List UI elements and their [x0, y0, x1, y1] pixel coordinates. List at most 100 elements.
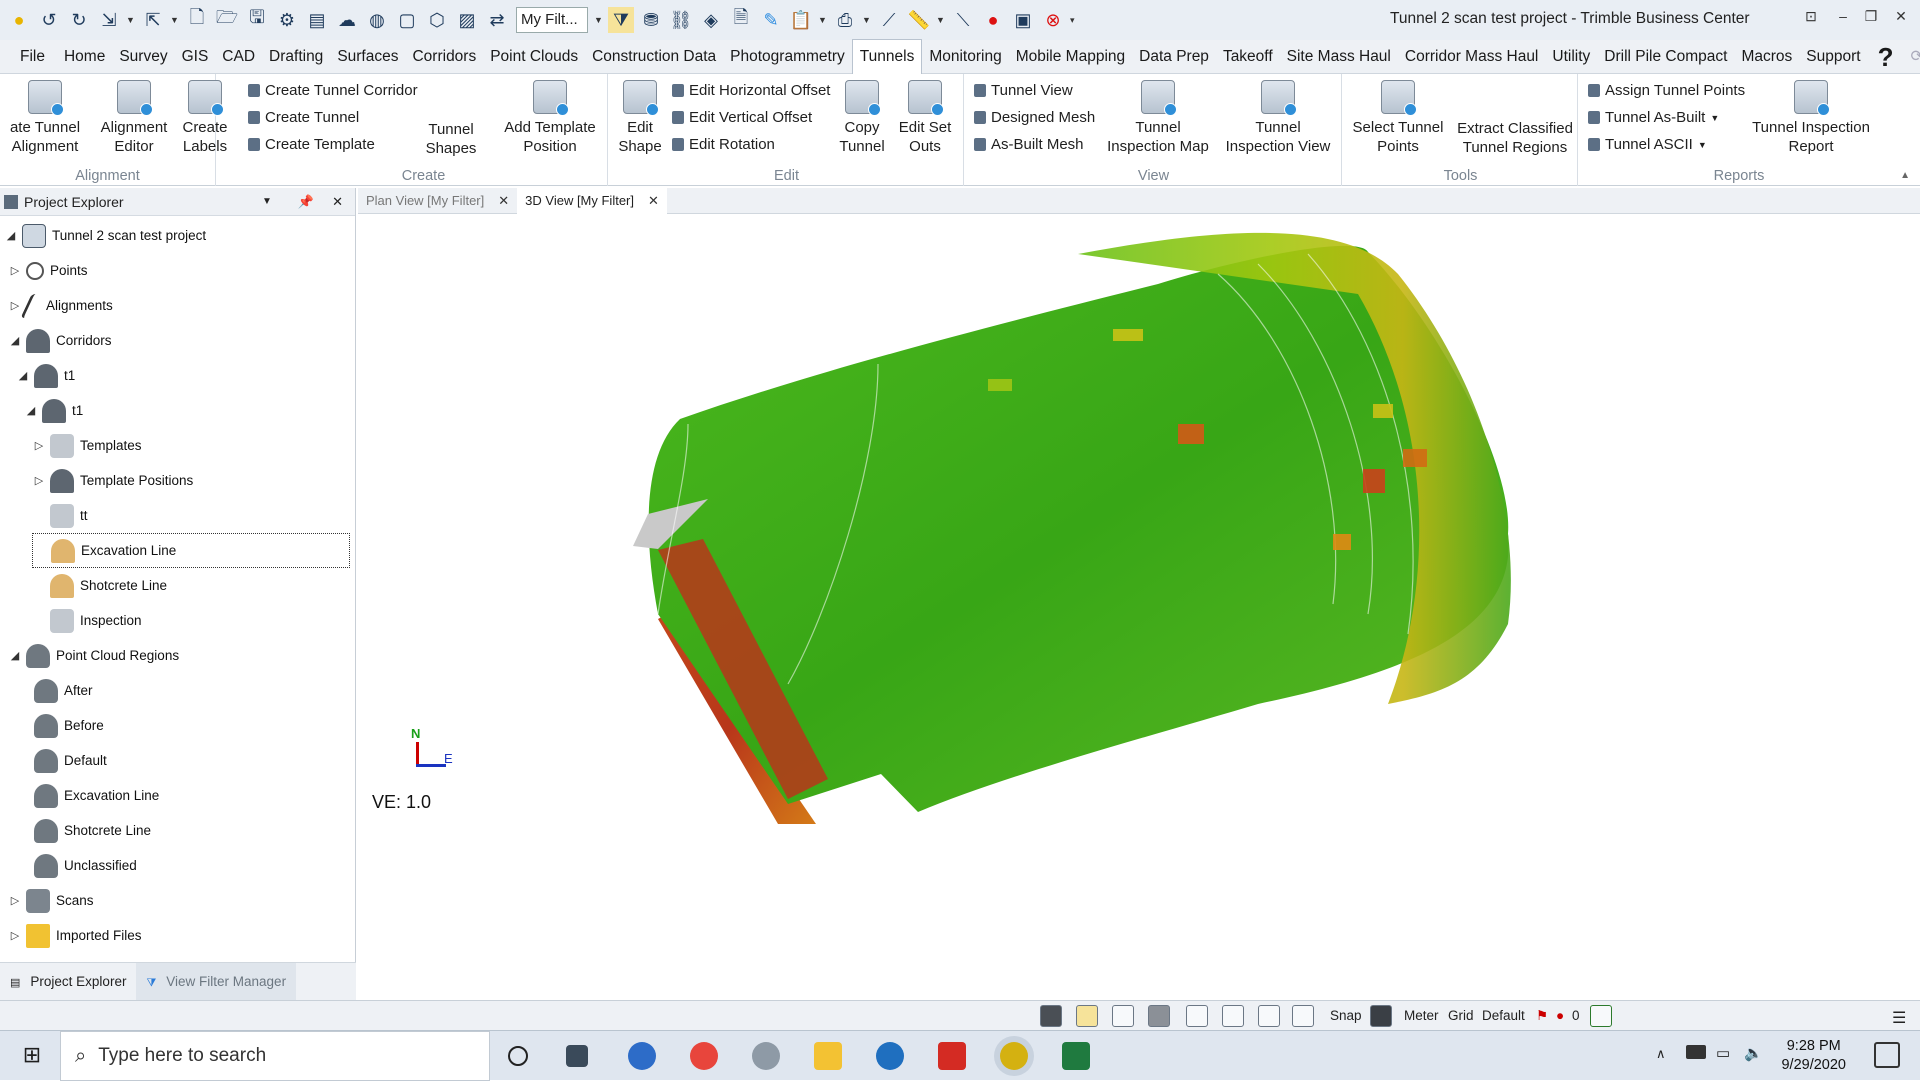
- clipboard-icon[interactable]: ▤: [304, 7, 330, 33]
- menu-drafting[interactable]: Drafting: [262, 40, 330, 74]
- create-labels-button[interactable]: Create Labels: [176, 80, 234, 156]
- edit-vertical-offset-button[interactable]: Edit Vertical Offset: [672, 109, 812, 126]
- menu-drill-pile-compact[interactable]: Drill Pile Compact: [1597, 40, 1734, 74]
- print-dropdown-icon[interactable]: ▼: [862, 15, 872, 25]
- extract-classified-tunnel-regions-button[interactable]: Extract Classified Tunnel Regions: [1454, 119, 1576, 157]
- pin-icon[interactable]: 📌: [286, 194, 326, 210]
- maximize-button[interactable]: ❐: [1860, 8, 1882, 25]
- measure-icon[interactable]: ⟋: [876, 7, 902, 33]
- plan-view-icon[interactable]: ▢: [394, 7, 420, 33]
- task-view-icon[interactable]: [566, 1045, 588, 1067]
- error-indicator-icon[interactable]: ●: [1556, 1008, 1564, 1023]
- tab-3d-view[interactable]: 3D View [My Filter] ✕: [517, 187, 667, 214]
- designed-mesh-button[interactable]: Designed Mesh: [974, 109, 1095, 126]
- angle-icon[interactable]: [1292, 1005, 1314, 1027]
- expand-toggle-icon[interactable]: ▷: [8, 929, 22, 942]
- cloud-sync-icon[interactable]: ☁: [334, 7, 360, 33]
- menu-file[interactable]: File: [0, 40, 57, 74]
- tab-plan-view[interactable]: Plan View [My Filter] ✕: [358, 188, 517, 214]
- tunnel-view-button[interactable]: Tunnel View: [974, 82, 1073, 99]
- cortana-icon[interactable]: [508, 1046, 528, 1066]
- layers-icon[interactable]: ◈: [698, 7, 724, 33]
- show-hidden-icons-icon[interactable]: ∧: [1656, 1046, 1666, 1062]
- 3d-viewport[interactable]: N E VE: 1.0: [358, 214, 1920, 1000]
- tree-item-imported-files[interactable]: ▷ Imported Files: [8, 918, 142, 953]
- notification-center-icon[interactable]: [1874, 1042, 1900, 1068]
- open-folder-icon[interactable]: 🗁: [214, 7, 240, 33]
- command-line-icon[interactable]: [1040, 1005, 1062, 1027]
- expand-toggle-icon[interactable]: ◢: [8, 649, 22, 662]
- edit-horizontal-offset-button[interactable]: Edit Horizontal Offset: [672, 82, 830, 99]
- layer-selector[interactable]: Default: [1482, 1008, 1525, 1023]
- import-dropdown-icon[interactable]: ▼: [126, 15, 136, 25]
- paste-dropdown-icon[interactable]: ▼: [818, 15, 828, 25]
- view-filter-select[interactable]: My Filt...: [516, 7, 588, 33]
- create-tunnel-corridor-button[interactable]: Create Tunnel Corridor: [248, 82, 418, 99]
- tree-item-scans[interactable]: ▷ Scans: [8, 883, 94, 918]
- select-mode-icon[interactable]: [1076, 1005, 1098, 1027]
- acrobat-icon[interactable]: [938, 1042, 966, 1070]
- grid-toggle[interactable]: Grid: [1448, 1008, 1474, 1023]
- tree-item-templates[interactable]: ▷ Templates: [32, 428, 142, 463]
- polygon-select-icon[interactable]: [1112, 1005, 1134, 1027]
- tree-item-point-cloud-regions[interactable]: ◢ Point Cloud Regions: [8, 638, 179, 673]
- menu-tunnels[interactable]: Tunnels: [851, 39, 923, 74]
- menu-utility[interactable]: Utility: [1545, 40, 1597, 74]
- chain-link-icon[interactable]: ⛓: [668, 7, 694, 33]
- close-button[interactable]: ✕: [1890, 8, 1912, 25]
- excel-icon[interactable]: [1062, 1042, 1090, 1070]
- expand-toggle-icon[interactable]: ▷: [32, 474, 46, 487]
- tree-item-shotcrete-line[interactable]: Shotcrete Line: [32, 568, 167, 603]
- pencil-icon[interactable]: ✎: [758, 7, 784, 33]
- alignment-editor-button[interactable]: Alignment Editor: [96, 80, 172, 156]
- menu-photogrammetry[interactable]: Photogrammetry: [723, 40, 852, 74]
- tunnel-ascii-button[interactable]: Tunnel ASCII ▼: [1588, 136, 1707, 153]
- tree-item-corridors[interactable]: ◢ Corridors: [8, 323, 112, 358]
- panel-menu-dropdown-icon[interactable]: ▼: [248, 196, 286, 207]
- status-menu-icon[interactable]: ☰: [1892, 1008, 1906, 1028]
- tree-item-excavation-line[interactable]: Excavation Line: [32, 533, 350, 568]
- expand-toggle-icon[interactable]: ▷: [8, 894, 22, 907]
- measure-line-icon[interactable]: [1258, 1005, 1280, 1027]
- tree-item-default[interactable]: Default: [16, 743, 107, 778]
- create-template-button[interactable]: Create Template: [248, 136, 375, 153]
- units-selector[interactable]: Meter: [1404, 1008, 1439, 1023]
- expand-toggle-icon[interactable]: ▷: [8, 299, 22, 312]
- close-tab-icon[interactable]: ✕: [648, 188, 659, 214]
- select-tunnel-points-button[interactable]: Select Tunnel Points: [1348, 80, 1448, 156]
- menu-data-prep[interactable]: Data Prep: [1132, 40, 1216, 74]
- zoom-extents-icon[interactable]: [1590, 1005, 1612, 1027]
- menu-mobile-mapping[interactable]: Mobile Mapping: [1009, 40, 1132, 74]
- tunnel-as-built-button[interactable]: Tunnel As-Built ▼: [1588, 109, 1719, 126]
- menu-surfaces[interactable]: Surfaces: [330, 40, 405, 74]
- help-icon[interactable]: ?: [1868, 40, 1904, 74]
- settings-gear-icon[interactable]: ⚙: [274, 7, 300, 33]
- export-dropdown-icon[interactable]: ▼: [170, 15, 180, 25]
- globe-icon[interactable]: ◍: [364, 7, 390, 33]
- stop-icon[interactable]: ⊗: [1040, 7, 1066, 33]
- tunnel-inspection-view-button[interactable]: Tunnel Inspection View: [1220, 80, 1336, 156]
- system-clock[interactable]: 9:28 PM 9/29/2020: [1781, 1037, 1846, 1075]
- redo-icon[interactable]: ↻: [66, 7, 92, 33]
- menu-survey[interactable]: Survey: [112, 40, 174, 74]
- chrome-icon[interactable]: [690, 1042, 718, 1070]
- expand-toggle-icon[interactable]: ◢: [8, 334, 22, 347]
- tree-item-tt[interactable]: tt: [32, 498, 88, 533]
- menu-point-clouds[interactable]: Point Clouds: [483, 40, 585, 74]
- tab-view-filter-manager[interactable]: ⧩ View Filter Manager: [136, 962, 297, 1001]
- link-icon[interactable]: ⇄: [484, 7, 510, 33]
- tunnel-inspection-report-button[interactable]: Tunnel Inspection Report: [1750, 80, 1872, 156]
- minimize-button[interactable]: –: [1832, 8, 1854, 24]
- taskbar-search-box[interactable]: ⌕ Type here to search: [60, 1031, 490, 1081]
- grid-icon[interactable]: [1186, 1005, 1208, 1027]
- import-icon[interactable]: ⇲: [96, 7, 122, 33]
- add-template-position-button[interactable]: Add Template Position: [498, 80, 602, 156]
- create-tunnel-button[interactable]: Create Tunnel: [248, 109, 359, 126]
- filter-icon[interactable]: ⧩: [608, 7, 634, 33]
- line-tool-icon[interactable]: ⟍: [950, 7, 976, 33]
- expand-toggle-icon[interactable]: ◢: [16, 369, 30, 382]
- tree-item-points[interactable]: ▷ Points: [8, 253, 88, 288]
- expand-toggle-icon[interactable]: ◢: [4, 229, 18, 242]
- menu-construction-data[interactable]: Construction Data: [585, 40, 723, 74]
- image-icon[interactable]: ▨: [454, 7, 480, 33]
